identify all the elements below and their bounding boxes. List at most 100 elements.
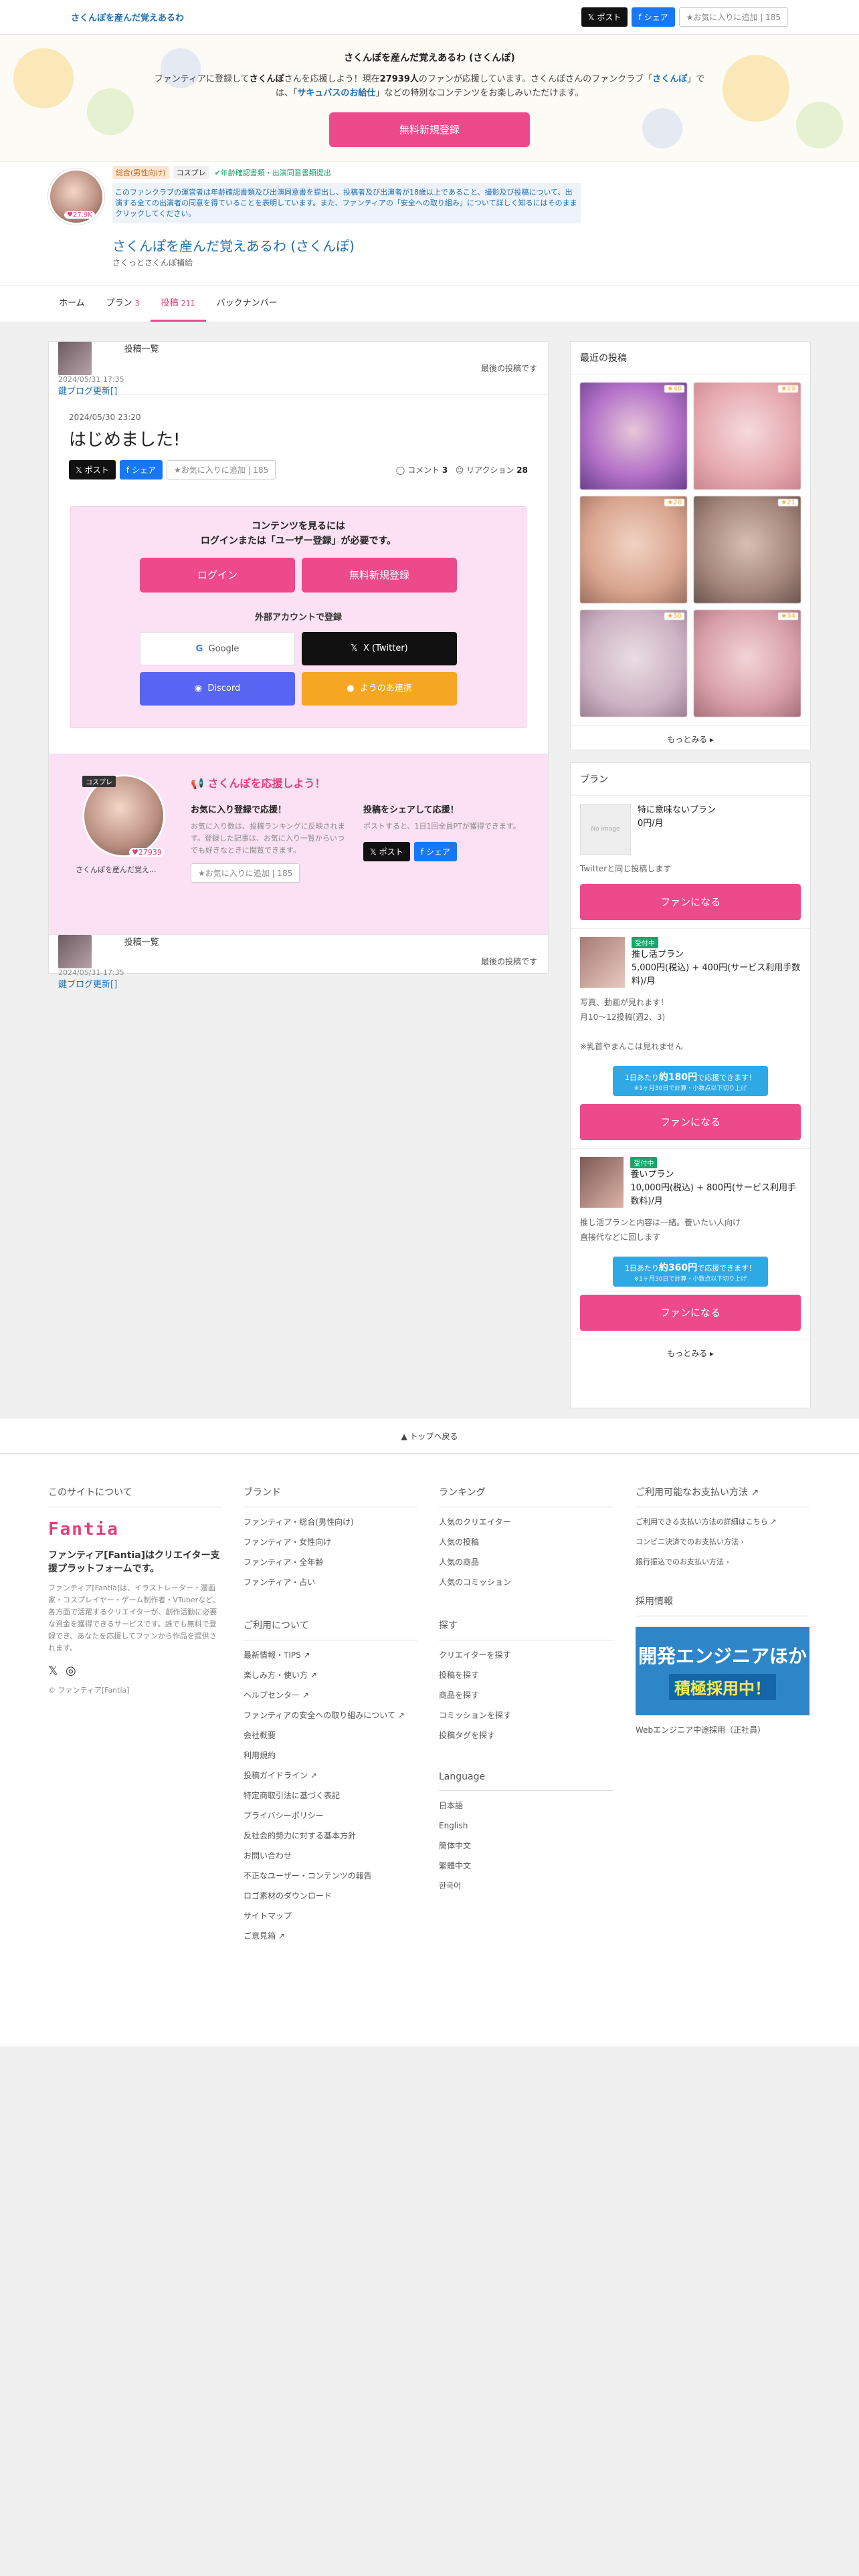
post-x-button[interactable]: 𝕏 ポスト <box>581 7 628 27</box>
verified-badge[interactable]: ✔年齢確認書類・出演同意書類提出 <box>213 166 332 179</box>
footer-link[interactable]: 反社会的勢力に対する基本方針 <box>244 1830 417 1841</box>
tab-backnumber[interactable]: バックナンバー <box>206 286 288 322</box>
tab-plans[interactable]: プラン 3 <box>96 286 151 322</box>
language-link[interactable]: 한국어 <box>439 1881 613 1891</box>
footer-link[interactable]: ファンティア・女性向け <box>244 1537 417 1547</box>
footer-link[interactable]: 銀行振込でのお支払い方法 › <box>636 1557 809 1568</box>
free-register-button[interactable]: 無料新規登録 <box>329 112 530 147</box>
post-list-link[interactable]: 投稿一覧 <box>124 935 159 988</box>
discord-login-button[interactable]: ◉ Discord <box>140 672 295 706</box>
safety-notice[interactable]: このファンクラブの運営者は年齢確認書類及び出演同意書を提出し、投稿者及び出演者が… <box>112 183 581 223</box>
footer-link[interactable]: コンビニ決済でのお支払い方法 › <box>636 1537 809 1547</box>
tab-posts[interactable]: 投稿 211 <box>150 286 206 322</box>
category-tag[interactable]: 総合(男性向け) <box>112 166 169 179</box>
footer-link[interactable]: ロゴ素材のダウンロード <box>244 1891 417 1901</box>
plan-card: 受付中 推し活プラン 5,000円(税込) + 400円(サービス利用手数料)/月 … <box>571 929 810 1149</box>
recent-post-thumb[interactable]: ★34 <box>694 610 801 717</box>
lock-message-2: ログインまたは「ユーザー登録」が必要です。 <box>200 536 397 546</box>
become-fan-button[interactable]: ファンになる <box>580 1295 801 1331</box>
star-badge: ★40 <box>664 385 684 393</box>
footer-link[interactable]: 商品を探す <box>439 1690 613 1701</box>
footer-link[interactable]: 人気の商品 <box>439 1557 613 1568</box>
hero-text: ファンティアに登録して <box>154 74 250 84</box>
star-count: 40 <box>673 385 682 393</box>
recent-post-thumb[interactable]: ★19 <box>694 383 801 490</box>
post-list-link[interactable]: 投稿一覧 <box>124 342 159 395</box>
become-fan-button[interactable]: ファンになる <box>580 1104 801 1140</box>
footer-link[interactable]: 利用規約 <box>244 1750 417 1761</box>
footer-heading[interactable]: ご利用可能なお支払い方法 ↗ <box>636 1485 809 1507</box>
google-login-button[interactable]: G Google <box>140 632 295 665</box>
hero-club-link[interactable]: さくんぽ <box>652 74 687 84</box>
footer-link[interactable]: 人気のクリエイター <box>439 1517 613 1527</box>
footer-link[interactable]: 特定商取引法に基づく表記 <box>244 1790 417 1801</box>
recent-post-thumb[interactable]: ★40 <box>580 383 687 490</box>
post-date: 2024/05/30 23:20 <box>69 413 141 422</box>
footer-link[interactable]: 投稿を探す <box>439 1670 613 1681</box>
footer-link[interactable]: 投稿タグを探す <box>439 1730 613 1741</box>
share-facebook-button[interactable]: f シェア <box>632 7 675 27</box>
tab-home[interactable]: ホーム <box>48 286 96 322</box>
footer-link[interactable]: ご利用できる支払い方法の詳細はこちら ↗ <box>636 1517 809 1527</box>
footer-link[interactable]: ファンティア・全年齢 <box>244 1557 417 1568</box>
language-link[interactable]: 繁體中文 <box>439 1860 613 1871</box>
page-title[interactable]: さくんぽを産んだ覚えあるわ (さくんぽ) <box>112 235 355 255</box>
other-login-button[interactable]: ● ようのあ連携 <box>302 672 457 706</box>
plan-price: 0円/月 <box>638 819 664 829</box>
hero-content-link[interactable]: サキュバスのお給仕 <box>297 88 375 98</box>
site-title[interactable]: さくんぽを産んだ覚えあるわ <box>71 11 184 23</box>
x-icon[interactable]: 𝕏 <box>48 1664 58 1678</box>
footer-about: このサイトについて Fantia ファンティア[Fantia]はクリエイター支援… <box>48 1485 222 1697</box>
footer-link[interactable]: クリエイターを探す <box>439 1650 613 1660</box>
instagram-icon[interactable]: ◎ <box>66 1664 76 1678</box>
recent-post-thumb[interactable]: ★28 <box>580 496 687 603</box>
x-login-button[interactable]: 𝕏 X (Twitter) <box>302 632 457 665</box>
add-favorite-button[interactable]: ★お気に入りに追加 | 185 <box>678 7 788 27</box>
language-link[interactable]: English <box>439 1820 613 1831</box>
login-button[interactable]: ログイン <box>140 558 295 593</box>
footer-link[interactable]: ファンティア・総合(男性向け) <box>244 1517 417 1527</box>
back-to-top-link[interactable]: ▲ トップへ戻る <box>0 1418 859 1454</box>
footer-link[interactable]: サイトマップ <box>244 1911 417 1921</box>
add-favorite-button[interactable]: ★お気に入りに追加 | 185 <box>166 460 276 479</box>
post-x-button[interactable]: 𝕏 ポスト <box>69 460 116 479</box>
footer-link[interactable]: 不正なユーザー・コンテンツの報告 <box>244 1870 417 1881</box>
next-post-link[interactable]: 2024/05/31 17:35 鍵ブログ更新[] <box>49 935 124 990</box>
share-facebook-button[interactable]: f シェア <box>119 460 163 479</box>
recruit-link[interactable]: Webエンジニア中途採用（正社員） <box>636 1725 809 1735</box>
nav-post-title: 鍵ブログ更新[] <box>58 387 118 397</box>
footer-link[interactable]: ファンティアの安全への取り組みについて ↗ <box>244 1710 417 1721</box>
footer-link[interactable]: ヘルプセンター ↗ <box>244 1690 417 1701</box>
share-facebook-button[interactable]: f シェア <box>413 842 457 861</box>
external-auth-row-1: G Google 𝕏 X (Twitter) <box>71 632 526 665</box>
footer-link[interactable]: 会社概要 <box>244 1730 417 1741</box>
footer-link[interactable]: 最新情報・TIPS ↗ <box>244 1650 417 1660</box>
add-favorite-button[interactable]: ★お気に入りに追加 | 185 <box>191 863 300 883</box>
footer-link[interactable]: お問い合わせ <box>244 1850 417 1861</box>
footer-link[interactable]: ファンティア・占い <box>244 1577 417 1588</box>
recruit-banner[interactable]: 開発エンジニアほか 積極採用中！ <box>636 1627 809 1715</box>
footer-link[interactable]: コミッションを探す <box>439 1710 613 1721</box>
footer-link[interactable]: 人気のコミッション <box>439 1577 613 1588</box>
footer-link[interactable]: プライバシーポリシー <box>244 1810 417 1821</box>
footer-link[interactable]: 投稿ガイドライン ↗ <box>244 1770 417 1781</box>
support-creator-name[interactable]: さくんぽを産んだ覚え... <box>76 864 157 875</box>
recent-post-thumb[interactable]: ★50 <box>580 610 687 717</box>
language-link[interactable]: 日本語 <box>439 1800 613 1811</box>
footer-tagline: ファンティア[Fantia]はクリエイター支援プラットフォームです。 <box>48 1550 220 1574</box>
recent-more-link[interactable]: もっとみる ▸ <box>571 725 810 753</box>
recent-post-thumb[interactable]: ★21 <box>694 496 801 603</box>
become-fan-button[interactable]: ファンになる <box>580 884 801 920</box>
footer-link[interactable]: ご意見箱 ↗ <box>244 1931 417 1941</box>
plan-card: 受付中 養いプラン 10,000円(税込) + 800円(サービス利用手数料)/月 … <box>571 1149 810 1339</box>
fantia-logo[interactable]: Fantia <box>48 1519 222 1539</box>
post-x-button[interactable]: 𝕏 ポスト <box>363 842 410 861</box>
support-heading: 📢 さくんぽを応援しよう！ <box>191 774 326 790</box>
plans-more-link[interactable]: もっとみる ▸ <box>571 1339 810 1367</box>
genre-tag[interactable]: コスプレ <box>173 166 209 179</box>
register-button[interactable]: 無料新規登録 <box>302 558 457 593</box>
language-link[interactable]: 簡体中文 <box>439 1840 613 1851</box>
footer-link[interactable]: 人気の投稿 <box>439 1537 613 1547</box>
footer-link[interactable]: 楽しみ方・使い方 ↗ <box>244 1670 417 1681</box>
next-post-link[interactable]: 2024/05/31 17:35 鍵ブログ更新[] <box>49 342 124 397</box>
